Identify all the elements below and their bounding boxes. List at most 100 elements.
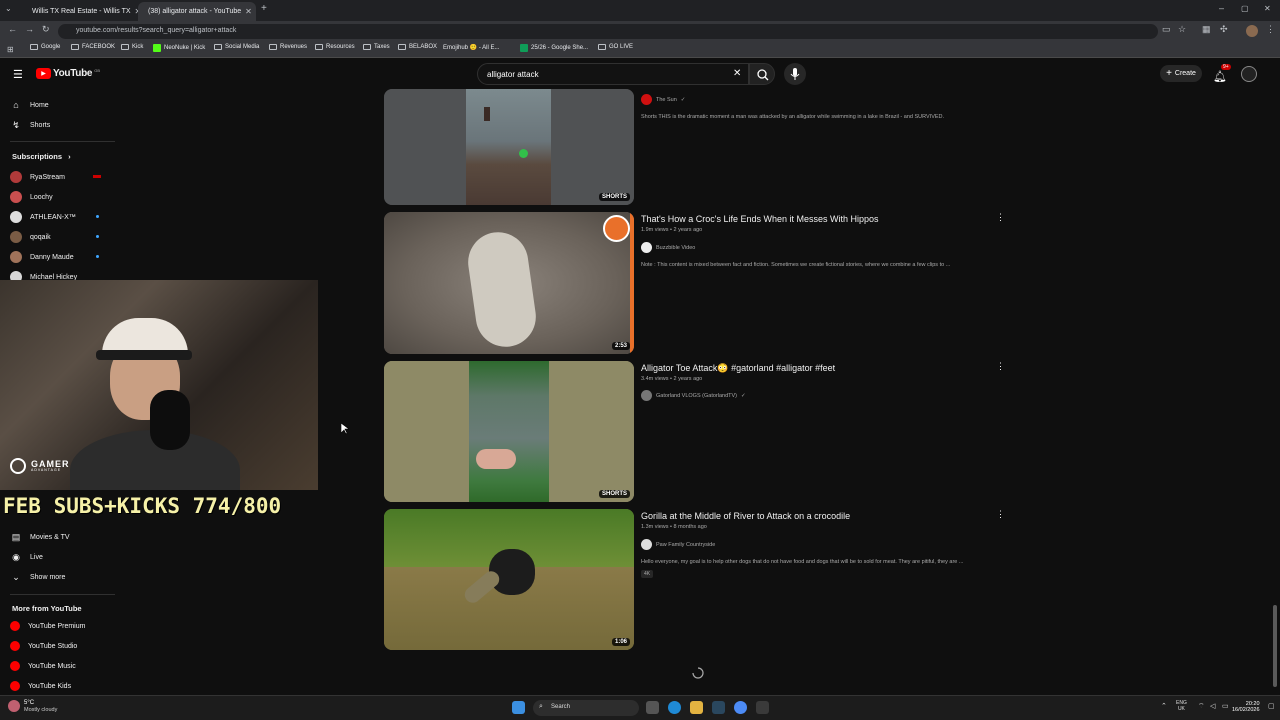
bookmark-social-media[interactable]: Social Media (214, 44, 259, 50)
bookmark-go-live[interactable]: GO LIVE (598, 44, 633, 50)
channel-name: Buzzbible Video (656, 244, 696, 251)
bookmark-resources[interactable]: Resources (315, 44, 355, 50)
video-options-icon[interactable]: ⋮ (996, 212, 1005, 223)
chrome-icon[interactable] (734, 701, 747, 714)
sidebar-sub-loochy[interactable]: Loochy (10, 191, 53, 203)
hamburger-menu-icon[interactable]: ☰ (13, 68, 23, 81)
start-menu-icon[interactable] (512, 701, 525, 714)
verified-icon: ✓ (680, 96, 686, 103)
show-more-button[interactable]: ⌄ Show more (10, 571, 65, 583)
video-options-icon[interactable]: ⋮ (996, 361, 1005, 372)
tab-search-icon[interactable]: ⌄ (5, 4, 12, 13)
account-avatar[interactable] (1241, 66, 1257, 82)
brand-ring-icon (10, 458, 26, 474)
edge-icon[interactable] (668, 701, 681, 714)
cast-icon[interactable]: ▭ (1162, 24, 1171, 35)
sidebar-item-shorts[interactable]: ↯ Shorts (10, 119, 50, 131)
app-icon[interactable] (756, 701, 769, 714)
clapperboard-icon: ▤ (11, 531, 21, 542)
profile-avatar[interactable] (1246, 25, 1258, 37)
channel-link[interactable]: Gatorland VLOGS (GatorlandTV) ✓ (641, 390, 746, 401)
video-thumbnail[interactable]: 1:06 (384, 509, 634, 650)
clock[interactable]: 20:20 16/02/2026 (1232, 701, 1260, 713)
sidebar-item-live[interactable]: ◉ Live (10, 551, 43, 563)
steam-icon[interactable] (712, 701, 725, 714)
scrollbar-track[interactable] (1272, 60, 1278, 695)
extension-icon[interactable]: ▦ (1202, 24, 1211, 35)
reload-icon[interactable]: ↻ (42, 24, 50, 35)
video-title[interactable]: Gorilla at the Middle of River to Attack… (641, 511, 850, 521)
puzzle-icon[interactable]: ✣ (1220, 24, 1228, 35)
channel-avatar (641, 242, 652, 253)
video-title[interactable]: Alligator Toe Attack😳 #gatorland #alliga… (641, 363, 835, 374)
minimize-icon[interactable]: – (1219, 3, 1224, 13)
sidebar-item-youtube-premium[interactable]: YouTube Premium (10, 621, 85, 631)
close-window-icon[interactable]: ✕ (1264, 4, 1271, 13)
sidebar-item-home[interactable]: ⌂ Home (10, 99, 48, 111)
close-tab-icon[interactable]: ✕ (245, 7, 252, 16)
new-content-dot (96, 235, 99, 238)
tab-willis-real-estate[interactable]: Willis TX Real Estate - Willis TX ✕ (22, 2, 141, 21)
chevron-right-icon: › (68, 152, 71, 161)
sidebar-sub-athlean-x[interactable]: ATHLEAN-X™ (10, 211, 76, 223)
sidebar-sub-ryastream[interactable]: RyaStream (10, 171, 65, 183)
bookmark-revenues[interactable]: Revenues (269, 44, 307, 50)
notification-count-badge: 9+ (1221, 64, 1231, 70)
bookmark-emojihub[interactable]: Emojihub 🙂 - All E... (443, 44, 500, 51)
youtube-logo[interactable]: ▶ YouTube GB (36, 68, 100, 79)
video-options-icon[interactable]: ⋮ (996, 509, 1005, 520)
channel-link[interactable]: Paw Family Countryside (641, 539, 715, 550)
wifi-icon[interactable]: ⌔ (1198, 702, 1205, 711)
notifications-button[interactable]: 🔔︎ 9+ (1213, 64, 1231, 85)
bookmark-star-icon[interactable]: ☆ (1178, 24, 1186, 35)
bookmark-google[interactable]: Google (30, 44, 60, 50)
bookmark-neonuke[interactable]: NeoNuke | Kick (153, 44, 205, 52)
video-thumbnail[interactable]: 2:53 (384, 212, 634, 354)
video-title[interactable]: That's How a Croc's Life Ends When it Me… (641, 214, 879, 224)
new-tab-icon[interactable]: + (261, 3, 267, 14)
sidebar-item-youtube-music[interactable]: YouTube Music (10, 661, 76, 671)
sidebar-sub-danny-maude[interactable]: Danny Maude (10, 251, 74, 263)
bookmark-google-sheets[interactable]: 25/26 - Google She... (520, 44, 588, 52)
sidebar-item-label: ATHLEAN-X™ (30, 213, 76, 221)
bookmark-taxes[interactable]: Taxes (363, 44, 390, 50)
sidebar-item-youtube-kids[interactable]: YouTube Kids (10, 681, 71, 691)
file-explorer-icon[interactable] (690, 701, 703, 714)
windows-taskbar: 5°C Mostly cloudy ⌕ Search ⌃ ENG UK ⌔ ◁ … (0, 695, 1280, 720)
notification-center-icon[interactable]: ▢ (1268, 702, 1275, 710)
video-thumbnail[interactable]: SHORTS (384, 89, 634, 205)
channel-link[interactable]: The Sun ✓ (641, 94, 685, 105)
apps-grid-icon[interactable]: ⊞ (7, 45, 14, 54)
maximize-icon[interactable]: ▢ (1241, 4, 1249, 13)
bookmark-facebook[interactable]: FACEBOOK (71, 44, 115, 50)
back-icon[interactable]: ← (8, 24, 17, 34)
forward-icon[interactable]: → (25, 24, 34, 34)
search-input[interactable]: alligator attack (477, 63, 749, 85)
tray-overflow-icon[interactable]: ⌃ (1161, 702, 1167, 710)
sidebar-item-label: Shorts (30, 121, 51, 129)
sidebar-item-movies-tv[interactable]: ▤ Movies & TV (10, 531, 70, 543)
sidebar-sub-qoqaik[interactable]: qoqaik (10, 231, 51, 243)
video-thumbnail[interactable]: SHORTS (384, 361, 634, 502)
taskbar-search[interactable]: ⌕ Search (533, 700, 639, 716)
input-language[interactable]: ENG UK (1176, 700, 1187, 712)
voice-search-button[interactable] (784, 63, 806, 85)
channel-avatar (10, 171, 22, 183)
channel-link[interactable]: Buzzbible Video (641, 242, 695, 253)
subscriptions-heading[interactable]: Subscriptions › (12, 152, 71, 161)
menu-kebab-icon[interactable]: ⋮ (1266, 24, 1275, 35)
taskbar-search-label: Search (551, 704, 571, 710)
volume-icon[interactable]: ◁ (1210, 702, 1215, 710)
battery-icon[interactable]: ▭ (1222, 702, 1229, 710)
bookmark-kick[interactable]: Kick (121, 44, 143, 50)
scrollbar-thumb[interactable] (1273, 605, 1277, 687)
tab-youtube-search[interactable]: (38) alligator attack - YouTube ✕ (138, 2, 256, 21)
weather-widget[interactable]: 5°C Mostly cloudy (8, 700, 57, 713)
create-button[interactable]: + Create (1160, 65, 1202, 82)
url-field[interactable]: youtube.com/results?search_query=alligat… (58, 24, 1158, 39)
clear-search-icon[interactable]: ✕ (733, 68, 741, 79)
sidebar-item-youtube-studio[interactable]: YouTube Studio (10, 641, 77, 651)
search-button[interactable] (749, 63, 775, 85)
bookmark-belabox[interactable]: BELABOX (398, 44, 437, 50)
task-view-icon[interactable] (646, 701, 659, 714)
